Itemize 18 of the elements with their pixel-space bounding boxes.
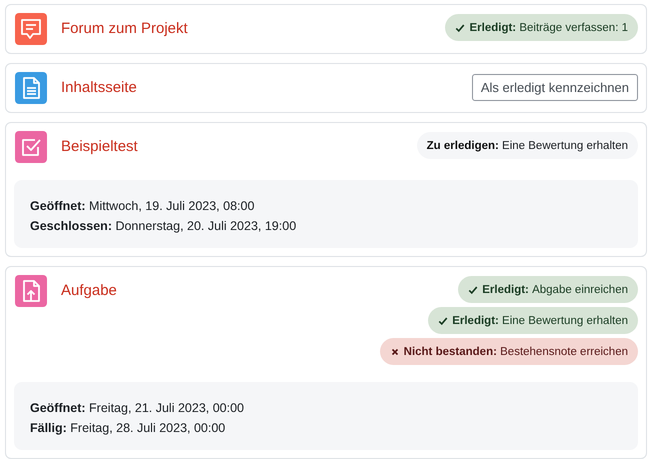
check-icon — [468, 284, 478, 294]
activity-title[interactable]: Inhaltsseite — [61, 72, 137, 104]
completion-badge: Erledigt: Beiträge verfassen: 1 — [445, 14, 638, 41]
cross-icon — [390, 346, 400, 356]
completion-badge: Erledigt: Eine Bewertung erhalten — [428, 307, 638, 334]
activity-title[interactable]: Forum zum Projekt — [61, 13, 188, 45]
check-icon — [455, 22, 466, 32]
activity-title[interactable]: Aufgabe — [61, 275, 117, 307]
completion-badge: Zu erledigen: Eine Bewertung erhalten — [416, 132, 638, 159]
activity-title[interactable]: Beispieltest — [61, 131, 138, 163]
completion-badge: Nicht bestanden: Bestehensnote erreichen — [380, 338, 638, 365]
date-line: Geöffnet: Mittwoch, 19. Juli 2023, 08:00 — [30, 198, 256, 215]
check-icon — [438, 316, 448, 326]
date-line: Geschlossen: Donnerstag, 20. Juli 2023, 19:00 — [30, 218, 298, 235]
date-line: Fällig: Freitag, 28. Juli 2023, 00:00 — [30, 420, 226, 437]
date-line: Geöffnet: Freitag, 21. Juli 2023, 00:00 — [30, 400, 245, 417]
mark-done-button[interactable]: Als erledigt kennzeichnen — [472, 74, 638, 101]
completion-badge: Erledigt: Abgabe einreichen — [458, 276, 638, 303]
